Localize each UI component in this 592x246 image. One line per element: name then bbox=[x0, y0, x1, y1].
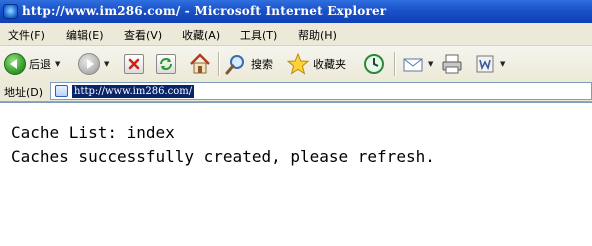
history-icon bbox=[364, 54, 384, 74]
address-label: 地址(D) bbox=[4, 86, 44, 99]
back-dropdown-icon[interactable]: ▼ bbox=[55, 60, 60, 68]
favorites-star-icon bbox=[286, 52, 310, 75]
forward-dropdown-icon[interactable]: ▼ bbox=[104, 60, 109, 68]
menu-favorites[interactable]: 收藏(A) bbox=[182, 27, 220, 43]
stop-button[interactable] bbox=[124, 51, 144, 77]
address-input[interactable]: http://www.im286.com/ bbox=[50, 82, 592, 100]
menu-tools[interactable]: 工具(T) bbox=[240, 27, 277, 43]
ie-icon bbox=[3, 4, 18, 19]
cache-list-text: Cache List: index bbox=[11, 123, 175, 142]
mail-button[interactable]: ▼ bbox=[402, 51, 433, 77]
forward-icon bbox=[78, 53, 100, 75]
print-button[interactable] bbox=[440, 51, 464, 77]
edit-icon bbox=[476, 55, 494, 73]
forward-button[interactable]: ▼ bbox=[78, 51, 109, 77]
cache-status-text: Caches successfully created, please refr… bbox=[11, 147, 435, 166]
search-label: 搜索 bbox=[251, 58, 273, 71]
menu-view[interactable]: 查看(V) bbox=[124, 27, 162, 43]
search-button[interactable]: 搜索 bbox=[224, 51, 273, 77]
back-icon bbox=[4, 53, 26, 75]
home-button[interactable] bbox=[188, 51, 212, 77]
standard-toolbar: 后退 ▼ ▼ 搜索 收藏夹 ▼ ▼ bbox=[0, 46, 592, 83]
refresh-icon bbox=[156, 54, 176, 74]
toolbar-separator bbox=[218, 52, 220, 76]
toolbar-separator bbox=[394, 52, 396, 76]
stop-icon bbox=[124, 54, 144, 74]
edit-dropdown-icon[interactable]: ▼ bbox=[500, 60, 505, 68]
title-bar[interactable]: http://www.im286.com/ - Microsoft Intern… bbox=[0, 0, 592, 23]
favorites-label: 收藏夹 bbox=[313, 58, 346, 71]
print-icon bbox=[442, 54, 462, 74]
window-title: http://www.im286.com/ - Microsoft Intern… bbox=[22, 4, 387, 18]
favorites-button[interactable]: 收藏夹 bbox=[286, 51, 346, 77]
menu-bar: 文件(F) 编辑(E) 查看(V) 收藏(A) 工具(T) 帮助(H) bbox=[0, 23, 592, 46]
page-icon bbox=[55, 85, 68, 97]
mail-icon bbox=[403, 58, 423, 72]
menu-edit[interactable]: 编辑(E) bbox=[66, 27, 104, 43]
back-label: 后退 bbox=[29, 58, 51, 71]
address-bar: 地址(D) http://www.im286.com/ bbox=[0, 82, 592, 102]
refresh-button[interactable] bbox=[156, 51, 176, 77]
menu-help[interactable]: 帮助(H) bbox=[298, 27, 337, 43]
edit-button[interactable]: ▼ bbox=[474, 51, 505, 77]
back-button[interactable]: 后退 ▼ bbox=[4, 51, 60, 77]
menu-file[interactable]: 文件(F) bbox=[8, 27, 45, 43]
history-button[interactable] bbox=[362, 51, 386, 77]
search-icon bbox=[225, 55, 244, 75]
mail-dropdown-icon[interactable]: ▼ bbox=[428, 60, 433, 68]
address-value[interactable]: http://www.im286.com/ bbox=[72, 85, 195, 98]
page-content: Cache List: index Caches successfully cr… bbox=[0, 102, 592, 246]
home-icon bbox=[190, 53, 210, 74]
